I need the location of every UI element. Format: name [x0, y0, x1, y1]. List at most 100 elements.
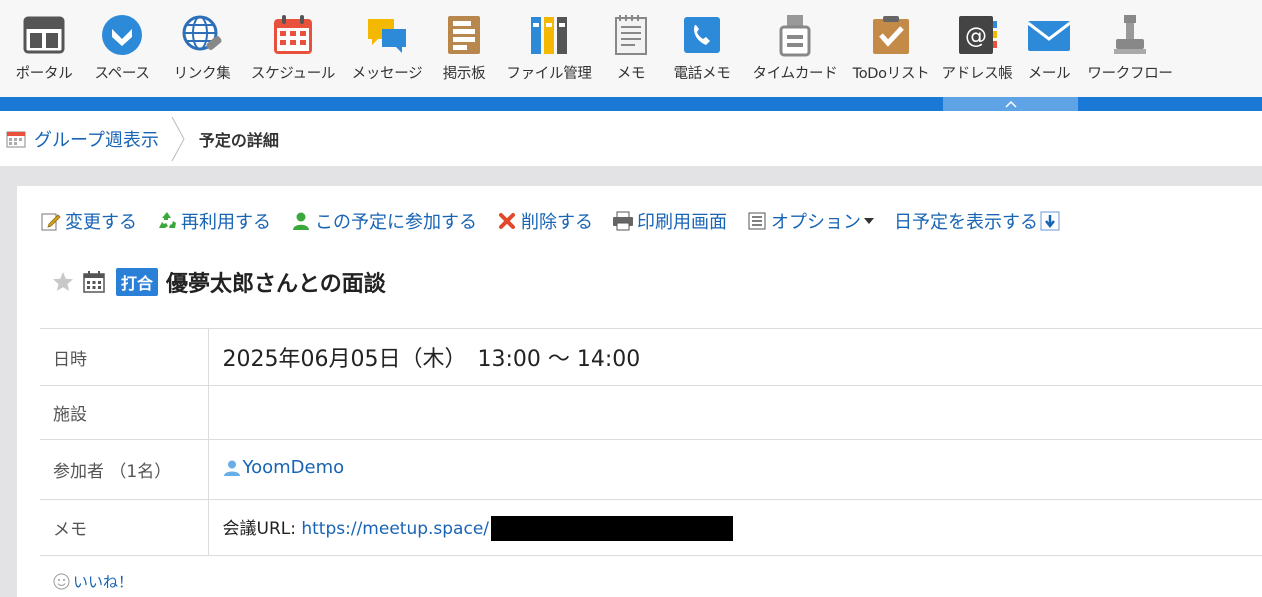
memo-value: 会議URL: https://meetup.space/ [208, 499, 1262, 556]
meeting-url-link[interactable]: https://meetup.space/ [301, 519, 489, 539]
event-toolbar: 変更する 再利用する この予定に参加する 削除する 印刷用画面 オプション 日予… [40, 208, 1060, 234]
app-label: ファイル管理 [506, 66, 592, 82]
datetime-label: 日時 [40, 328, 209, 386]
bulletin-board-icon [441, 12, 487, 58]
app-label: スペース [94, 66, 150, 82]
app-links[interactable]: リンク集 [162, 0, 242, 97]
attendee-link[interactable]: YoomDemo [223, 457, 345, 479]
app-mail[interactable]: メール [1020, 0, 1078, 97]
app-label: メール [1027, 66, 1071, 82]
print-label: 印刷用画面 [637, 212, 727, 233]
attendees-value: YoomDemo [208, 439, 1262, 500]
chevron-up-icon [1004, 100, 1017, 108]
breadcrumb-current: 予定の詳細 [198, 130, 279, 150]
arrow-down-box-icon [1040, 211, 1060, 231]
app-label: メッセージ [351, 66, 423, 82]
app-schedule[interactable]: スケジュール [242, 0, 344, 97]
join-event-button[interactable]: この予定に参加する [290, 208, 477, 234]
like-button[interactable]: いいね！ [53, 571, 133, 592]
event-details-table: 日時 2025年06月05日（木） 13:00 ～ 14:00 施設 参加者 （… [40, 328, 1262, 556]
app-space[interactable]: スペース [82, 0, 162, 97]
options-dropdown[interactable]: オプション [746, 208, 875, 234]
app-label: アドレス帳 [941, 66, 1013, 82]
datetime-value: 2025年06月05日（木） 13:00 ～ 14:00 [208, 328, 1262, 386]
app-bulletin[interactable]: 掲示板 [430, 0, 498, 97]
options-list-icon [746, 210, 768, 232]
todo-check-icon [868, 12, 914, 58]
memo-notepad-icon [608, 12, 654, 58]
memo-prefix: 会議URL: [222, 518, 302, 539]
like-label: いいね！ [73, 573, 134, 591]
print-button[interactable]: 印刷用画面 [612, 208, 727, 234]
file-binders-icon [526, 12, 572, 58]
datetime-row: 日時 2025年06月05日（木） 13:00 ～ 14:00 [40, 328, 1262, 386]
breadcrumb: グループ週表示 予定の詳細 [0, 111, 1262, 166]
app-todo[interactable]: ToDoリスト [848, 0, 934, 97]
app-phone-memo[interactable]: 電話メモ [662, 0, 742, 97]
edit-button[interactable]: 変更する [40, 208, 137, 234]
redacted-block [491, 516, 734, 542]
app-label: 電話メモ [673, 66, 731, 82]
caret-down-icon [864, 218, 874, 224]
memo-label: メモ [40, 499, 209, 556]
memo-row: メモ 会議URL: https://meetup.space/ [40, 499, 1262, 556]
app-portal[interactable]: ポータル [6, 0, 82, 97]
collapse-menu-toggle[interactable] [943, 97, 1078, 111]
svg-text:@: @ [965, 24, 987, 49]
edit-label: 変更する [65, 212, 137, 233]
space-icon [99, 12, 145, 58]
app-timecard[interactable]: タイムカード [742, 0, 848, 97]
calendar-grid-icon [83, 271, 105, 293]
app-label: スケジュール [250, 66, 336, 82]
show-day-schedule-button[interactable]: 日予定を表示する [894, 208, 1060, 234]
app-label: ポータル [15, 66, 73, 82]
link-globe-icon [179, 12, 225, 58]
portal-icon [21, 12, 67, 58]
facility-row: 施設 [40, 385, 1262, 440]
workflow-stamp-icon [1107, 12, 1153, 58]
show-day-label: 日予定を表示する [894, 212, 1038, 233]
message-bubble-icon [364, 12, 410, 58]
delete-x-icon [496, 210, 518, 232]
reuse-label: 再利用する [181, 212, 271, 233]
facility-value [208, 385, 1262, 440]
app-label: タイムカード [752, 66, 838, 82]
edit-pencil-icon [40, 210, 62, 232]
breadcrumb-parent-label: グループ週表示 [34, 129, 159, 151]
event-type-badge: 打合 [116, 268, 159, 296]
app-file[interactable]: ファイル管理 [498, 0, 600, 97]
app-menu-bar: ポータル スペース リンク集 スケジュール メッセージ 掲示板 ファイル管理 メ… [0, 0, 1262, 97]
schedule-calendar-icon [270, 12, 316, 58]
app-label: 掲示板 [442, 66, 486, 82]
user-join-icon [290, 210, 312, 232]
timecard-icon [772, 12, 818, 58]
attendees-label: 参加者 （1名） [40, 439, 209, 500]
printer-icon [612, 210, 634, 232]
app-memo[interactable]: メモ [600, 0, 662, 97]
app-menu-divider [0, 97, 1262, 111]
user-icon [223, 460, 240, 476]
address-book-icon: @ [954, 12, 1000, 58]
recycle-icon [156, 210, 178, 232]
event-title: 優夢太郎さんとの面談 [166, 272, 386, 297]
app-label: メモ [616, 66, 646, 82]
app-label: ワークフロー [1087, 66, 1173, 82]
calendar-icon [6, 131, 26, 147]
app-label: リンク集 [173, 66, 231, 82]
app-label: ToDoリスト [852, 66, 930, 82]
attendees-row: 参加者 （1名） YoomDemo [40, 439, 1262, 500]
phone-memo-icon [679, 12, 725, 58]
reuse-button[interactable]: 再利用する [156, 208, 271, 234]
breadcrumb-separator-icon [171, 116, 185, 161]
facility-label: 施設 [40, 385, 209, 440]
delete-button[interactable]: 削除する [496, 208, 593, 234]
attendee-name: YoomDemo [242, 457, 345, 479]
app-address-book[interactable]: @ アドレス帳 [934, 0, 1020, 97]
favorite-star-icon[interactable] [52, 271, 74, 293]
app-workflow[interactable]: ワークフロー [1078, 0, 1182, 97]
event-title-row: 打合 優夢太郎さんとの面談 [52, 266, 386, 298]
mail-envelope-icon [1026, 12, 1072, 58]
options-label: オプション [771, 212, 861, 233]
app-message[interactable]: メッセージ [344, 0, 430, 97]
breadcrumb-group-week-link[interactable]: グループ週表示 [0, 126, 159, 152]
